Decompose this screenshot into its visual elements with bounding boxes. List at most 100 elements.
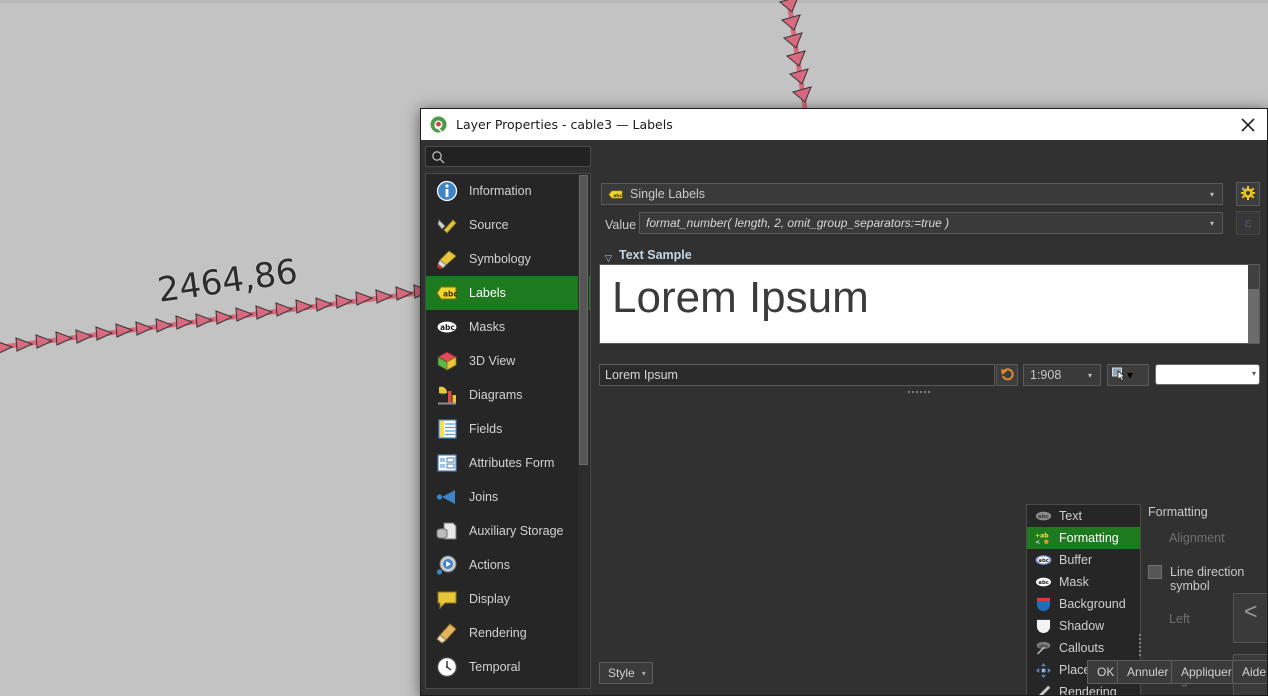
sidebar-scrollbar-thumb[interactable] xyxy=(579,175,588,465)
cancel-button[interactable]: Annuler xyxy=(1117,660,1179,684)
tab-formatting[interactable]: +ab < Formatting xyxy=(1027,527,1140,549)
tab-label: Buffer xyxy=(1059,553,1093,567)
sidebar-item-label: Information xyxy=(469,184,532,198)
style-button[interactable]: Style ▾ xyxy=(599,662,653,684)
tab-label: Callouts xyxy=(1059,641,1105,655)
sidebar-item-label: Diagrams xyxy=(469,388,523,402)
svg-text:abc: abc xyxy=(613,192,622,198)
text-sample-title: Text Sample xyxy=(619,248,692,262)
text-sample-scale-combo[interactable]: 1:908 ▾ xyxy=(1023,364,1101,386)
sidebar-item-labels[interactable]: abc Labels xyxy=(426,276,590,310)
expression-editor-button[interactable]: ε xyxy=(1236,211,1260,235)
line-direction-checkbox[interactable] xyxy=(1148,565,1162,579)
sidebar-item-masks[interactable]: abc Masks xyxy=(426,310,590,344)
sidebar-item-fields[interactable]: Fields xyxy=(426,412,590,446)
splitter-grip-horizontal[interactable] xyxy=(899,389,939,395)
map-cursor-icon xyxy=(1112,367,1127,384)
triangle-down-icon[interactable]: ▽ xyxy=(605,253,612,264)
sidebar-item-label: Auxiliary Storage xyxy=(469,524,564,538)
revert-arrow-icon xyxy=(1000,367,1014,384)
help-button-label: Aide xyxy=(1242,665,1267,679)
sidebar-scrollbar[interactable] xyxy=(578,175,589,688)
sidebar-item-label: Masks xyxy=(469,320,506,334)
ok-button-label: OK xyxy=(1097,665,1115,679)
sidebar-item-3d-view[interactable]: 3D View xyxy=(426,344,590,378)
chevron-down-icon: ▾ xyxy=(1251,369,1256,378)
sidebar-item-attributes-form[interactable]: Attributes Form xyxy=(426,446,590,480)
sidebar-item-label: Attributes Form xyxy=(469,456,555,470)
tab-background[interactable]: Background xyxy=(1027,593,1140,615)
left-symbol-label: Left xyxy=(1169,612,1190,626)
sidebar-item-display[interactable]: Display xyxy=(426,582,590,616)
shadow-icon xyxy=(1034,618,1052,634)
diagrams-icon xyxy=(435,383,459,407)
value-expression-combo[interactable]: format_number( length, 2, omit_group_sep… xyxy=(639,212,1223,234)
sidebar-item-label: Symbology xyxy=(469,252,531,266)
sidebar-item-source[interactable]: Source xyxy=(426,208,590,242)
tab-buffer[interactable]: abc Buffer xyxy=(1027,549,1140,571)
source-icon xyxy=(435,213,459,237)
buffer-abc-icon: abc xyxy=(1034,552,1052,568)
sidebar-item-label: 3D View xyxy=(469,354,516,368)
tab-label: Shadow xyxy=(1059,619,1105,633)
close-icon[interactable] xyxy=(1227,109,1267,140)
fields-icon xyxy=(435,417,459,441)
text-sample-preview-text: Lorem Ipsum xyxy=(612,273,869,322)
line-direction-label: Line direction symbol xyxy=(1170,565,1245,593)
text-sample-revert-button[interactable] xyxy=(996,364,1018,386)
sidebar-item-label: Display xyxy=(469,592,510,606)
sidebar-item-rendering[interactable]: Rendering xyxy=(426,616,590,650)
value-label: Value xyxy=(605,218,637,232)
background-icon xyxy=(1034,596,1052,612)
sidebar-item-symbology[interactable]: Symbology xyxy=(426,242,590,276)
sidebar-item-label: Source xyxy=(469,218,509,232)
text-abc-icon: abc xyxy=(1034,508,1052,524)
sidebar-item-auxiliary-storage[interactable]: Auxiliary Storage xyxy=(426,514,590,548)
svg-text:abc: abc xyxy=(443,289,458,298)
sidebar-item-diagrams[interactable]: Diagrams xyxy=(426,378,590,412)
svg-text:abc: abc xyxy=(440,323,455,332)
text-sample-scrollbar[interactable] xyxy=(1248,265,1259,343)
sidebar-item-label: Joins xyxy=(469,490,499,504)
labels-icon: abc xyxy=(435,281,459,305)
search-icon xyxy=(431,150,445,164)
formatting-section-title: Formatting xyxy=(1148,505,1208,519)
search-field[interactable] xyxy=(449,148,608,165)
expression-epsilon-icon: ε xyxy=(1244,215,1252,231)
sidebar-item-information[interactable]: Information xyxy=(426,174,590,208)
text-sample-scrollbar-track[interactable] xyxy=(1248,289,1259,343)
sidebar-nav-list[interactable]: Information Source Symbology abc Labels … xyxy=(425,173,591,689)
scale-value: 1:908 xyxy=(1030,368,1062,382)
left-symbol-input[interactable]: < xyxy=(1233,593,1267,643)
cancel-button-label: Annuler xyxy=(1127,665,1169,679)
tab-text[interactable]: abc Text xyxy=(1027,505,1140,527)
3d-view-icon xyxy=(435,349,459,373)
text-sample-color-combo[interactable]: ▾ xyxy=(1155,364,1260,385)
chevron-down-icon: ▾ xyxy=(1087,370,1092,380)
sidebar-item-label: Actions xyxy=(469,558,510,572)
tab-label: Formatting xyxy=(1059,531,1119,545)
text-sample-scrollbar-thumb[interactable] xyxy=(1248,265,1259,289)
labeling-mode-combo[interactable]: abc Single Labels ▾ xyxy=(601,183,1223,205)
dialog-title-bar[interactable]: Layer Properties - cable3 — Labels xyxy=(421,109,1267,140)
tab-shadow[interactable]: Shadow xyxy=(1027,615,1140,637)
svg-text:<: < xyxy=(1035,539,1040,545)
search-input[interactable] xyxy=(425,146,608,167)
map-top-strip xyxy=(0,0,1268,3)
sidebar-item-joins[interactable]: Joins xyxy=(426,480,590,514)
chevron-down-icon: ▾ xyxy=(1127,368,1134,382)
tab-mask[interactable]: abc Mask xyxy=(1027,571,1140,593)
help-button[interactable]: Aide xyxy=(1232,660,1267,684)
style-button-label: Style xyxy=(608,666,635,680)
text-sample-preview[interactable]: Lorem Ipsum xyxy=(599,264,1260,344)
display-icon xyxy=(435,587,459,611)
text-sample-input[interactable]: Lorem Ipsum xyxy=(599,364,995,386)
sidebar-item-actions[interactable]: Actions xyxy=(426,548,590,582)
sidebar-item-label: Labels xyxy=(469,286,506,300)
dialog-title: Layer Properties - cable3 — Labels xyxy=(456,117,673,132)
text-sample-context-button[interactable]: ▾ xyxy=(1107,364,1149,386)
properties-sidebar: Information Source Symbology abc Labels … xyxy=(425,146,608,695)
gear-settings-button[interactable] xyxy=(1236,182,1260,206)
mask-abc-icon: abc xyxy=(1034,574,1052,590)
text-sample-input-value: Lorem Ipsum xyxy=(605,368,678,382)
